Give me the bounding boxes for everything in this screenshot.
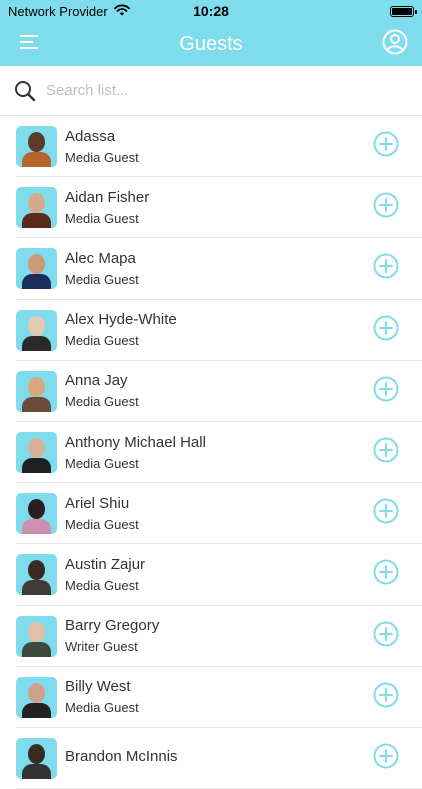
search-icon: [14, 79, 38, 103]
avatar: [16, 493, 57, 535]
avatar: [16, 126, 57, 168]
battery-icon: [390, 5, 417, 17]
guest-name: Brandon McInnis: [65, 748, 178, 766]
guest-name: Adassa: [65, 127, 116, 145]
list-item[interactable]: Aidan Fisher Media Guest: [0, 177, 422, 239]
avatar: [16, 309, 57, 351]
guest-info: Adassa Media Guest: [65, 127, 372, 167]
avatar: [16, 615, 57, 657]
plus-circle-icon: [373, 682, 399, 713]
menu-button[interactable]: [14, 30, 44, 58]
add-guest-button[interactable]: [372, 315, 400, 346]
guest-name: Billy West: [65, 678, 131, 696]
plus-circle-icon: [373, 315, 399, 346]
guest-info: Austin Zajur Media Guest: [65, 555, 372, 595]
guest-info: Aidan Fisher Media Guest: [65, 188, 372, 228]
guest-type: Media Guest: [65, 516, 139, 532]
guest-name: Anna Jay: [65, 372, 128, 390]
carrier-label: Network Provider: [8, 3, 108, 19]
plus-circle-icon: [373, 131, 399, 162]
guest-type: Media Guest: [65, 149, 139, 165]
guest-info: Billy West Media Guest: [65, 677, 372, 717]
plus-circle-icon: [373, 559, 399, 590]
list-item[interactable]: Alex Hyde-White Media Guest: [0, 300, 422, 361]
guest-type: Writer Guest: [65, 639, 138, 655]
guest-info: Alec Mapa Media Guest: [65, 249, 372, 289]
add-guest-button[interactable]: [372, 376, 400, 407]
plus-circle-icon: [373, 498, 399, 529]
plus-circle-icon: [373, 192, 399, 223]
list-item[interactable]: Alec Mapa Media Guest: [0, 238, 422, 300]
add-guest-button[interactable]: [372, 682, 400, 713]
hamburger-icon: [20, 34, 38, 55]
guest-name: Anthony Michael Hall: [65, 433, 206, 451]
add-guest-button[interactable]: [372, 498, 400, 529]
list-item[interactable]: Barry Gregory Writer Guest: [0, 606, 422, 667]
guest-name: Austin Zajur: [65, 555, 146, 573]
plus-circle-icon: [373, 743, 399, 774]
plus-circle-icon: [373, 437, 399, 468]
guest-name: Aidan Fisher: [65, 188, 150, 206]
avatar: [16, 737, 57, 779]
list-item[interactable]: Anna Jay Media Guest: [0, 361, 422, 423]
guest-type: Media Guest: [65, 333, 139, 349]
guest-info: Brandon McInnis: [65, 747, 372, 769]
add-guest-button[interactable]: [372, 253, 400, 284]
list-item[interactable]: Ariel Shiu Media Guest: [0, 483, 422, 545]
guest-type: Media Guest: [65, 271, 139, 287]
add-guest-button[interactable]: [372, 437, 400, 468]
guest-name: Barry Gregory: [65, 617, 160, 635]
status-bar: Network Provider 10:28: [0, 0, 422, 22]
guest-type: Media Guest: [65, 455, 139, 471]
search-bar: [0, 66, 422, 116]
guest-name: Ariel Shiu: [65, 494, 130, 512]
list-item[interactable]: Adassa Media Guest: [0, 116, 422, 178]
list-item[interactable]: Austin Zajur Media Guest: [0, 544, 422, 606]
guest-type: Media Guest: [65, 394, 139, 410]
list-item[interactable]: Billy West Media Guest: [0, 667, 422, 729]
user-icon: [382, 29, 408, 60]
guest-info: Anthony Michael Hall Media Guest: [65, 433, 372, 473]
avatar: [16, 432, 57, 474]
guest-info: Anna Jay Media Guest: [65, 371, 372, 411]
add-guest-button[interactable]: [372, 559, 400, 590]
page-title: Guests: [179, 32, 243, 55]
guest-type: Media Guest: [65, 210, 139, 226]
profile-button[interactable]: [380, 29, 410, 59]
plus-circle-icon: [373, 621, 399, 652]
avatar: [16, 370, 57, 412]
list-item[interactable]: Brandon McInnis: [0, 728, 422, 789]
avatar: [16, 554, 57, 596]
guest-type: Media Guest: [65, 700, 139, 716]
guest-list: Adassa Media Guest Aidan Fisher Media Gu…: [0, 116, 422, 789]
guest-info: Alex Hyde-White Media Guest: [65, 310, 372, 350]
add-guest-button[interactable]: [372, 743, 400, 774]
wifi-icon: [113, 4, 130, 19]
avatar: [16, 676, 57, 718]
add-guest-button[interactable]: [372, 192, 400, 223]
nav-bar: Guests: [0, 22, 422, 66]
status-left: Network Provider: [8, 4, 130, 19]
guest-info: Ariel Shiu Media Guest: [65, 494, 372, 534]
list-item[interactable]: Anthony Michael Hall Media Guest: [0, 422, 422, 484]
guest-name: Alec Mapa: [65, 249, 136, 267]
plus-circle-icon: [373, 376, 399, 407]
guest-type: Media Guest: [65, 577, 139, 593]
guest-name: Alex Hyde-White: [65, 311, 177, 329]
add-guest-button[interactable]: [372, 131, 400, 162]
guest-info: Barry Gregory Writer Guest: [65, 616, 372, 656]
avatar: [16, 248, 57, 290]
add-guest-button[interactable]: [372, 621, 400, 652]
plus-circle-icon: [373, 253, 399, 284]
search-input[interactable]: [46, 82, 386, 99]
avatar: [16, 187, 57, 229]
